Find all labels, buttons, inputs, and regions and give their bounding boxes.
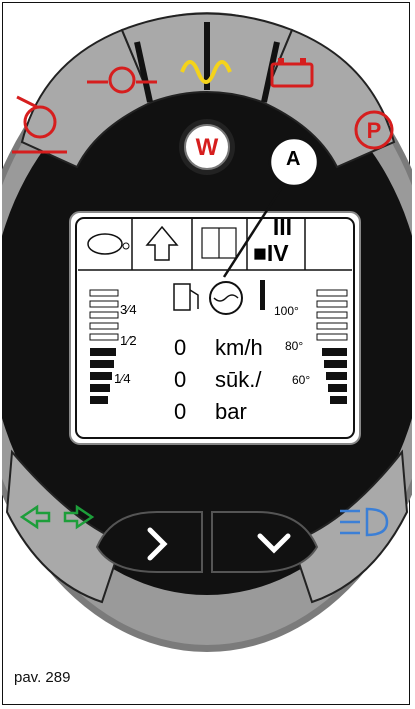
fuel-mark-3-4: 3⁄4: [120, 302, 137, 317]
w-badge: W: [179, 119, 235, 175]
gear-line-1: III: [272, 214, 293, 240]
pressure-value: 0: [174, 399, 187, 424]
temp-label-100: 100°: [274, 304, 299, 318]
speed-value: 0: [174, 335, 187, 360]
svg-text:P: P: [367, 118, 382, 143]
rpm-value: 0: [174, 367, 187, 392]
temp-label-60: 60°: [292, 373, 311, 387]
dashboard-panel: P W: [2, 12, 412, 652]
svg-text:W: W: [196, 134, 219, 161]
gear-line-2: ■IV: [253, 240, 289, 266]
fuel-mark-1-4: 1⁄4: [114, 371, 131, 386]
temp-label-80: 80°: [285, 339, 304, 353]
rpm-unit: sūk./: [215, 367, 262, 392]
figure-caption: pav. 289: [14, 669, 71, 686]
callout-label: A: [286, 148, 301, 170]
fuel-mark-1-2: 1⁄2: [120, 333, 137, 348]
speed-unit: km/h: [215, 335, 263, 360]
pressure-unit: bar: [215, 399, 247, 424]
